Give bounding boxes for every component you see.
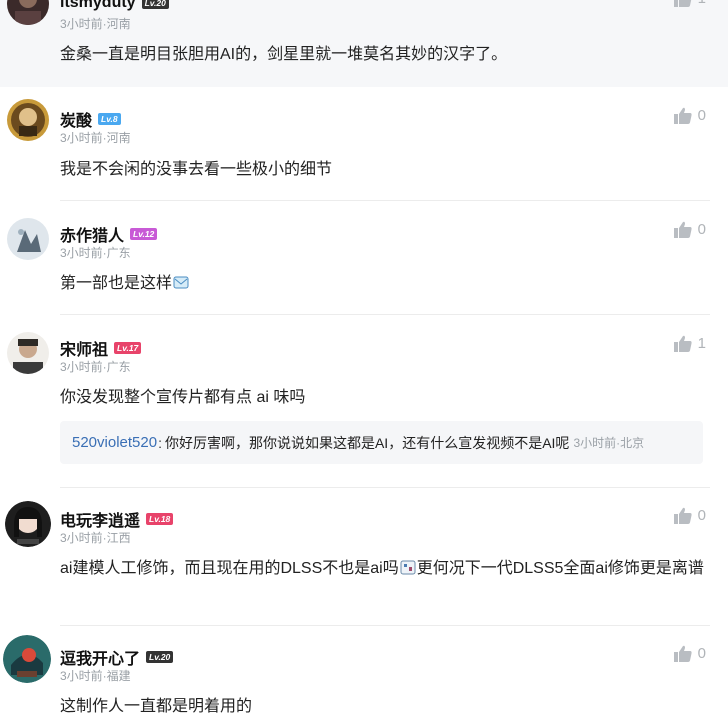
comment-meta: 3小时前·福建 [60,669,131,683]
level-badge: Lv.18 [146,513,174,525]
like-button[interactable]: 0 [673,221,706,238]
like-count: 0 [697,107,706,124]
username[interactable]: 宋师祖 [60,336,108,360]
username[interactable]: 炭酸 [60,107,92,131]
comment-item: 炭酸 Lv.8 3小时前·河南 我是不会闲的没事去看一些极小的细节 0 [0,87,728,201]
comment-meta: 3小时前·江西 [60,531,131,545]
comment-text: 你没发现整个宣传片都有点 ai 味吗 [60,389,306,406]
like-button[interactable]: 1 [673,335,706,352]
thumbs-up-icon [673,221,692,238]
username[interactable]: 赤作猎人 [60,222,124,246]
comment-meta: 3小时前·广东 [60,246,131,260]
comment-meta: 3小时前·河南 [60,131,131,145]
like-count: 0 [697,221,706,238]
level-badge: Lv.20 [141,0,169,9]
comment-item: 赤作猎人 Lv.12 3小时前·广东 第一部也是这样 0 [0,201,728,315]
comment-text-content: 第一部也是这样 [60,275,173,292]
like-button[interactable]: 1 [673,0,706,7]
thumbs-up-icon [673,107,692,124]
comment-text-part1: ai建模人工修饰，而且现在用的DLSS不也是ai吗 [60,560,399,577]
avatar[interactable] [7,99,49,141]
comment-meta: 3小时前·河南 [60,17,131,31]
level-badge: Lv.8 [98,113,121,125]
comment-text-part2: 更何况下一代DLSS5全面ai修饰更是离谱 [416,560,704,577]
like-button[interactable]: 0 [673,645,706,662]
level-badge: Lv.17 [114,342,142,354]
thumbs-up-icon [673,335,692,352]
comment-item: 电玩李逍遥 Lv.18 3小时前·江西 ai建模人工修饰，而且现在用的DLSS不… [0,488,728,626]
like-button[interactable]: 0 [673,107,706,124]
like-button[interactable]: 0 [673,507,706,524]
reply-meta: 3小时前·北京 [573,436,645,450]
avatar[interactable] [7,218,49,260]
like-count: 0 [697,507,706,524]
reply-username[interactable]: 520violet520 [72,434,157,451]
username[interactable]: 逗我开心了 [60,645,140,669]
username[interactable]: itsmyduty [60,0,136,12]
comment-meta: 3小时前·广东 [60,360,131,374]
avatar[interactable] [5,501,51,547]
comment-text: 金桑一直是明目张胆用AI的，剑星里就一堆莫名其妙的汉字了。 [60,46,508,63]
envelope-emoji-icon [173,273,189,289]
username[interactable]: 电玩李逍遥 [60,507,140,531]
thumbs-up-icon [673,645,692,662]
reply-text: 你好厉害啊，那你说说如果这都是AI，还有什么宣发视频不是AI呢 [164,434,570,451]
reply-separator: : [158,434,162,451]
like-count: 1 [697,335,706,352]
like-count: 0 [697,645,706,662]
sticker-emoji-icon [400,558,416,575]
avatar[interactable] [3,635,51,683]
comment-item: 宋师祖 Lv.17 3小时前·广东 你没发现整个宣传片都有点 ai 味吗 1 5… [0,315,728,488]
comment-item: itsmyduty Lv.20 3小时前·河南 金桑一直是明目张胆用AI的，剑星… [0,0,728,87]
comment-text: 第一部也是这样 [60,271,706,297]
avatar[interactable] [7,0,49,25]
level-badge: Lv.20 [146,651,174,663]
thumbs-up-icon [673,507,692,524]
reply-box: 520violet520 : 你好厉害啊，那你说说如果这都是AI，还有什么宣发视… [60,421,703,464]
comment-text: ai建模人工修饰，而且现在用的DLSS不也是ai吗 更何况下一代DLSS5全面ai… [60,556,706,582]
comment-text: 这制作人一直都是明着用的 [60,698,253,715]
comment-text: 我是不会闲的没事去看一些极小的细节 [60,161,333,178]
like-count: 1 [698,0,706,7]
thumbs-up-icon [673,0,691,7]
comment-item: 逗我开心了 Lv.20 3小时前·福建 这制作人一直都是明着用的 0 [0,626,728,722]
level-badge: Lv.12 [130,228,158,240]
avatar[interactable] [7,332,49,374]
